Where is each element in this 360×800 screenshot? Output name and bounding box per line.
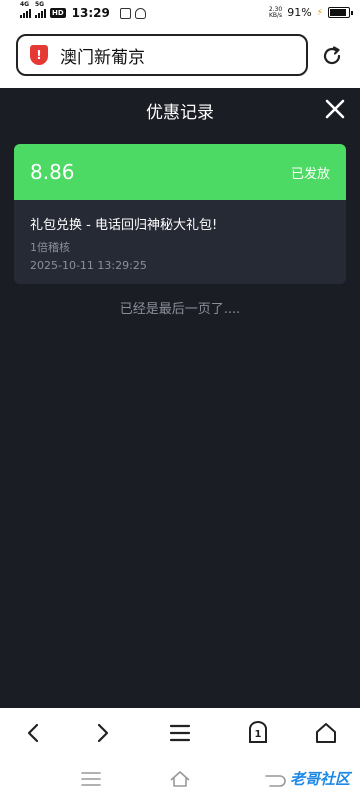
- tabs-count: 1: [254, 729, 262, 740]
- network-type-2: 5G: [35, 1, 45, 8]
- watermark-logo: 老哥社区: [289, 770, 350, 788]
- signal-4g-icon: 4G: [20, 1, 31, 18]
- status-bar: 4G 5G HD 13:29 2.30 KB/s 91% ⚡: [0, 0, 360, 30]
- status-left: 4G 5G HD 13:29: [20, 1, 146, 20]
- battery-percent: 91%: [287, 6, 312, 19]
- qq-icon: [134, 7, 146, 19]
- record-amount: 8.86: [30, 160, 75, 184]
- system-nav-bar: 老哥社区: [0, 758, 360, 800]
- record-status: 已发放: [290, 166, 330, 182]
- network-type-1: 4G: [20, 1, 30, 8]
- record-card-body: 礼包兑换 - 电话回归神秘大礼包! 1倍稽核 2025-10-11 13:29:…: [14, 200, 346, 284]
- status-right: 2.30 KB/s 91% ⚡: [268, 6, 353, 19]
- recent-apps-icon[interactable]: [80, 770, 102, 788]
- charging-icon: ⚡: [316, 7, 323, 18]
- forward-icon[interactable]: [90, 721, 114, 745]
- shield-alert-icon[interactable]: !: [30, 45, 48, 65]
- record-title: 礼包兑换 - 电话回归神秘大礼包!: [30, 218, 218, 233]
- url-text[interactable]: 澳门新葡京: [60, 43, 145, 68]
- hd-badge: HD: [50, 8, 66, 18]
- record-card-header: 8.86 已发放: [14, 144, 346, 200]
- system-home-icon[interactable]: [169, 770, 191, 788]
- menu-icon[interactable]: [168, 721, 192, 745]
- close-icon[interactable]: [324, 98, 346, 120]
- reload-icon[interactable]: [320, 44, 344, 68]
- modal-title: 优惠记录: [146, 103, 214, 123]
- address-bar: ! 澳门新葡京: [0, 30, 360, 88]
- clock: 13:29: [71, 6, 110, 20]
- battery-icon: [328, 7, 353, 18]
- browser-toolbar: 1: [0, 708, 360, 758]
- system-back-icon[interactable]: [264, 770, 286, 788]
- notification-app-icon: [119, 7, 131, 19]
- record-subtitle: 1倍稽核: [30, 241, 70, 254]
- back-icon[interactable]: [22, 721, 46, 745]
- end-of-list-note: 已经是最后一页了....: [119, 302, 241, 317]
- tabs-button[interactable]: 1: [246, 721, 270, 745]
- battery-fill: [330, 9, 347, 16]
- home-icon[interactable]: [314, 721, 338, 745]
- speed-unit: KB/s: [268, 11, 283, 19]
- record-time: 2025-10-11 13:29:25: [30, 259, 147, 272]
- signal-5g-icon: 5G: [35, 1, 46, 18]
- promotion-records-modal: 优惠记录 8.86 已发放 礼包兑换 - 电话回归神秘大礼包! 1倍稽核 202…: [0, 88, 360, 708]
- url-field[interactable]: ! 澳门新葡京: [16, 34, 308, 76]
- network-speed: 2.30 KB/s: [268, 6, 283, 19]
